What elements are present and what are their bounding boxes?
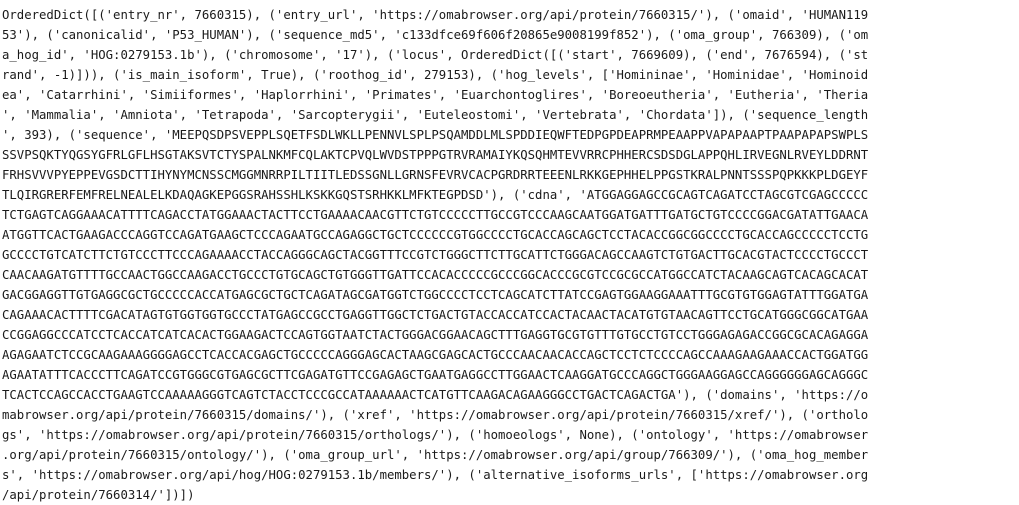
output-line: OrderedDict([('entry_nr', 7660315), ('en…: [2, 8, 869, 22]
output-line: ea', 'Catarrhini', 'Simiiformes', 'Haplo…: [2, 88, 869, 102]
output-line: TCACTCCAGCCACCTGAAGTCCAAAAAGGGTCAGTCTACC…: [2, 388, 869, 402]
output-line: CCGGAGGCCCATCCTCACCATCATCACACTGGAAGACTCC…: [2, 328, 869, 342]
output-line: s', 'https://omabrowser.org/api/hog/HOG:…: [2, 468, 869, 482]
output-line: a_hog_id', 'HOG:0279153.1b'), ('chromoso…: [2, 48, 869, 62]
output-line: 53'), ('canonicalid', 'P53_HUMAN'), ('se…: [2, 28, 869, 42]
output-line: .org/api/protein/7660315/ontology/'), ('…: [2, 448, 869, 462]
output-line: ', 'Mammalia', 'Amniota', 'Tetrapoda', '…: [2, 108, 869, 122]
output-line: GCCCCTGTCATCTTCTGTCCCTTCCCAGAAAACCTACCAG…: [2, 248, 869, 262]
output-line: gs', 'https://omabrowser.org/api/protein…: [2, 428, 869, 442]
output-line: TCTGAGTCAGGAAACATTTTCAGACCTATGGAAACTACTT…: [2, 208, 869, 222]
output-line: AGAATATTTCACCCTTCAGATCCGTGGGCGTGAGCGCTTC…: [2, 368, 869, 382]
output-line: CAACAAGATGTTTTGCCAACTGGCCAAGACCTGCCCTGTG…: [2, 268, 869, 282]
output-line: GACGGAGGTTGTGAGGCGCTGCCCCCACCATGAGCGCTGC…: [2, 288, 869, 302]
output-line: ATGGTTCACTGAAGACCCAGGTCCAGATGAAGCTCCCAGA…: [2, 228, 869, 242]
output-line: TLQIRGRERFEMFRELNEALELKDAQAGKEPGGSRAHSSH…: [2, 188, 869, 202]
output-line: FRHSVVVPYEPPEVGSDCTTIHYNYMCNSSCMGGMNRRPI…: [2, 168, 869, 182]
output-line: mabrowser.org/api/protein/7660315/domain…: [2, 408, 869, 422]
python-output-text[interactable]: OrderedDict([('entry_nr', 7660315), ('en…: [2, 5, 1019, 505]
output-line: SSVPSQKTYQGSYGFRLGFLHSGTAKSVTCTYSPALNKMF…: [2, 148, 869, 162]
output-line: AGAGAATCTCCGCAAGAAAGGGGAGCCTCACCACGAGCTG…: [2, 348, 869, 362]
terminal-output-window: OrderedDict([('entry_nr', 7660315), ('en…: [0, 0, 1019, 502]
output-line: /api/protein/7660314/'])]): [2, 488, 195, 502]
output-line: ', 393), ('sequence', 'MEEPQSDPSVEPPLSQE…: [2, 128, 869, 142]
output-line: CAGAAACACTTTTCGACATAGTGTGGTGGTGCCCTATGAG…: [2, 308, 869, 322]
output-line: rand', -1)])), ('is_main_isoform', True)…: [2, 68, 869, 82]
